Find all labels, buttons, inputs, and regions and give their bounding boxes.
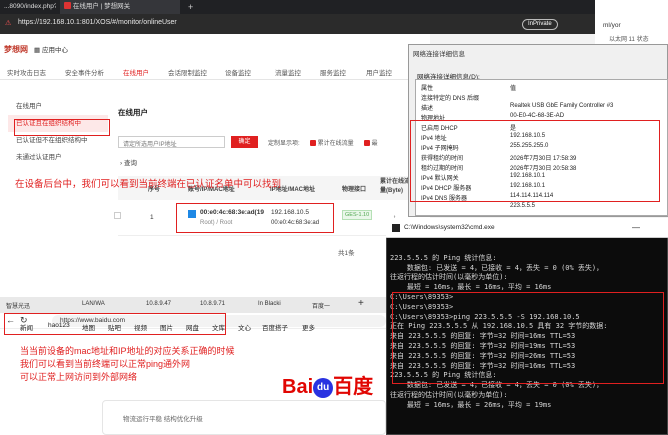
cmd-line: 223.5.5.5 的 Ping 统计信息:: [390, 253, 497, 262]
column-header: 物理接口: [342, 187, 367, 193]
browser2-tab-bar: 智慧光迅 LAN/WA 10.8.9.47 10.8.9.71 In Black…: [0, 297, 386, 313]
cmd-line: 往返行程的估计时间(以毫秒为单位):: [390, 390, 508, 399]
cmd-titlebar: C:\Windows\system32\cmd.exe —: [386, 218, 668, 238]
nav-item[interactable]: 流量监控: [275, 67, 301, 77]
query-label: 查询: [123, 160, 137, 167]
annotation-text-2: 当当前设备的mac地址和IP地址的对应关系正确的时候 我们可以看到当前终端可以正…: [20, 346, 235, 382]
nav-item[interactable]: 服务监控: [320, 67, 346, 77]
checkbox-checked-icon: [364, 140, 370, 146]
details-value: 223.5.5.5: [510, 203, 536, 209]
background-window-title: 以太网 11 状态: [609, 37, 649, 43]
logo-text: 百度: [333, 376, 374, 398]
browser2-tab[interactable]: 10.8.9.71: [200, 301, 225, 307]
ip-filter-input[interactable]: 请定所选用户IP地址: [118, 136, 225, 148]
details-value: 00-E0-4C-68-3E-AD: [510, 113, 565, 119]
dialog-title: 网络连接详细信息: [413, 51, 465, 58]
terminal-icon: [392, 224, 400, 232]
nav-item[interactable]: 用户监控: [366, 67, 392, 77]
extra-checkbox[interactable]: 最: [364, 138, 378, 147]
details-value: 值: [510, 86, 517, 92]
nav-item-online-users[interactable]: 在线用户: [123, 67, 149, 77]
new-tab-button[interactable]: +: [184, 0, 198, 14]
total-count: 共1条: [338, 250, 355, 257]
details-key: 连接特定的 DNS 后缀: [421, 96, 480, 102]
site-favicon-icon: [64, 2, 71, 9]
cumulative-traffic-checkbox[interactable]: 累计在线流量: [310, 138, 354, 147]
chevron-right-icon: ›: [120, 160, 123, 167]
baidu-nav-item[interactable]: 更多: [302, 322, 315, 332]
nav-item[interactable]: 安全事件分析: [65, 67, 104, 77]
url-field[interactable]: https://192.168.10.1:801/XOS/#/monitor/o…: [18, 19, 177, 26]
customize-label: 定制显示项:: [268, 141, 300, 147]
details-key: 属性: [421, 86, 434, 92]
app-center-link[interactable]: ▦ 应用中心: [34, 44, 68, 54]
sidebar-item-unauthenticated[interactable]: 未通过认证用户: [8, 149, 108, 166]
nav-item[interactable]: 会话限制监控: [168, 67, 207, 77]
app-center-label: 应用中心: [41, 47, 68, 54]
highlight-box: [14, 119, 110, 136]
background-window-text: ml/yor: [603, 22, 621, 29]
checkbox-label: 最: [371, 141, 378, 147]
highlight-box: [4, 313, 226, 335]
highlight-box: [176, 203, 334, 233]
logo-text: Bai: [282, 376, 314, 398]
details-row: 连接特定的 DNS 后缀: [421, 93, 661, 102]
lock-warning-icon: ⚠: [5, 20, 12, 27]
paw-icon: du: [313, 378, 334, 398]
interface-badge: GES-1.10: [342, 210, 373, 220]
browser-tab-bar: ...8090/index.php?id=... 在线用户 | 梦想网关 +: [0, 0, 668, 14]
cmd-line: 最短 = 16ms，最长 = 26ms，平均 = 19ms: [390, 400, 552, 409]
card-text: 物流运行平稳 结构优化升级: [123, 416, 203, 423]
details-row: 属性 值: [421, 83, 661, 92]
cmd-line: 数据包: 已发送 = 4，已接收 = 4，丢失 = 0 (0% 丢失)，: [390, 263, 604, 272]
address-bar: ⚠ https://192.168.10.1:801/XOS/#/monitor…: [0, 14, 668, 34]
annotation-text: 在设备后台中，我们可以看到当前终端在已认证名单中可以找到: [15, 179, 282, 190]
logo: 梦想网: [4, 45, 28, 54]
inprivate-badge[interactable]: InPrivate: [522, 19, 558, 30]
details-row: 描述 Realtek USB GbE Family Controller #3: [421, 103, 661, 112]
nav-item[interactable]: 实时攻击日志: [7, 67, 46, 77]
news-card[interactable]: 物流运行平稳 结构优化升级: [102, 400, 386, 435]
details-row: 223.5.5.5: [421, 203, 661, 211]
browser-tab[interactable]: ...8090/index.php?id=...: [0, 0, 56, 14]
baidu-nav-item[interactable]: 百度搭子: [262, 322, 288, 332]
browser-tab-active[interactable]: 在线用户 | 梦想网关: [60, 0, 180, 14]
row-index: 1: [150, 214, 154, 221]
minimize-icon[interactable]: —: [632, 223, 640, 232]
checkbox-checked-icon: [310, 140, 316, 146]
tab-title: 在线用户 | 梦想网关: [72, 3, 131, 10]
top-nav: 实时攻击日志 安全事件分析 在线用户 会话限制监控 设备监控 流量监控 服务监控…: [0, 62, 430, 80]
query-toggle[interactable]: › 查询: [120, 157, 137, 167]
nav-item[interactable]: 设备监控: [225, 67, 251, 77]
browser2-tab[interactable]: LAN/WA: [82, 301, 105, 307]
baidu-nav-item[interactable]: 文心: [238, 322, 251, 332]
browser2-tab-active[interactable]: 百度一: [312, 301, 330, 310]
browser2-tab[interactable]: 10.8.9.47: [146, 301, 171, 307]
checkbox-label: 累计在线流量: [317, 141, 354, 147]
highlight-box: [392, 292, 664, 384]
details-key: 描述: [421, 106, 434, 112]
details-value: Realtek USB GbE Family Controller #3: [510, 103, 614, 109]
row-checkbox[interactable]: [114, 212, 121, 219]
highlight-box: [410, 120, 660, 202]
browser2-tab[interactable]: In Blacki: [258, 301, 281, 307]
confirm-button[interactable]: 确定: [231, 136, 258, 148]
panel-title: 在线用户: [118, 108, 148, 117]
sidebar-item-online-users[interactable]: 在线用户: [8, 98, 108, 115]
browser2-tab[interactable]: 智慧光迅: [6, 301, 30, 310]
baidu-logo: Bai du 百度: [282, 370, 373, 399]
background-window: ml/yor 以太网 11 状态: [595, 0, 668, 44]
column-header: 累计在线流量(Byte): [380, 179, 411, 194]
grid-icon: ▦: [34, 47, 41, 54]
new-tab-button[interactable]: +: [358, 298, 364, 309]
cmd-line: 往返行程的估计时间(以毫秒为单位):: [390, 273, 508, 282]
cmd-title: C:\Windows\system32\cmd.exe: [404, 224, 495, 231]
